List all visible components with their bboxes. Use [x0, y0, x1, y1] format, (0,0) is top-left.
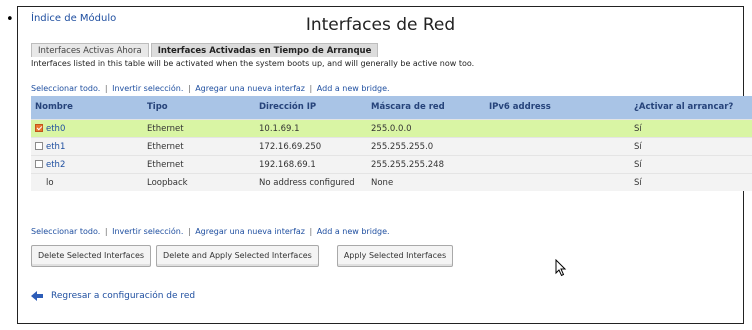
col-header-ipv6[interactable]: IPv6 address: [485, 96, 630, 120]
back-link[interactable]: Regresar a configuración de red: [31, 291, 195, 301]
interface-name-lo: lo: [46, 177, 54, 188]
cell-name: eth1: [31, 137, 143, 156]
cell-netmask: None: [367, 173, 485, 191]
delete-apply-selected-button[interactable]: Delete and Apply Selected Interfaces: [156, 245, 319, 267]
add-bridge-link[interactable]: Add a new bridge.: [317, 84, 390, 93]
col-header-name[interactable]: Nombre: [31, 96, 143, 120]
col-header-type[interactable]: Tipo: [143, 96, 255, 120]
table-row: eth2 Ethernet 192.168.69.1 255.255.255.2…: [31, 155, 752, 174]
back-link-label: Regresar a configuración de red: [51, 291, 196, 301]
mouse-pointer-icon: [555, 259, 567, 277]
link-separator: |: [104, 227, 108, 236]
link-separator: |: [309, 84, 313, 93]
row-checkbox[interactable]: [35, 160, 43, 168]
select-all-link[interactable]: Seleccionar todo.: [31, 227, 100, 236]
link-separator: |: [187, 84, 191, 93]
cell-ipv6: [485, 119, 630, 138]
tab-bar: Interfaces Activas Ahora Interfaces Acti…: [31, 43, 380, 57]
cell-name: lo: [31, 173, 143, 191]
col-header-activate-at-boot[interactable]: ¿Activar al arrancar?: [630, 96, 752, 120]
cell-ipv6: [485, 137, 630, 156]
cell-ipv6: [485, 155, 630, 174]
cell-active: Sí: [630, 173, 752, 191]
cell-ip: 192.168.69.1: [255, 155, 367, 174]
link-separator: |: [104, 84, 108, 93]
link-separator: |: [309, 227, 313, 236]
cell-netmask: 255.255.255.0: [367, 137, 485, 156]
invert-selection-link[interactable]: Invertir selección.: [112, 84, 183, 93]
cell-type: Ethernet: [143, 137, 255, 156]
back-arrow-icon: [31, 291, 43, 301]
cell-netmask: 255.0.0.0: [367, 119, 485, 138]
apply-selected-button[interactable]: Apply Selected Interfaces: [336, 245, 454, 267]
add-bridge-link[interactable]: Add a new bridge.: [317, 227, 390, 236]
table-row: lo Loopback No address configured None S…: [31, 173, 752, 191]
select-all-link[interactable]: Seleccionar todo.: [31, 84, 100, 93]
tab-boot-time[interactable]: Interfaces Activadas en Tiempo de Arranq…: [150, 43, 379, 57]
table-row: eth1 Ethernet 172.16.69.250 255.255.255.…: [31, 137, 752, 156]
delete-selected-button[interactable]: Delete Selected Interfaces: [31, 245, 152, 267]
col-header-netmask[interactable]: Máscara de red: [367, 96, 485, 120]
cell-type: Loopback: [143, 173, 255, 191]
col-header-ip[interactable]: Dirección IP: [255, 96, 367, 120]
table-row: eth0 Ethernet 10.1.69.1 255.0.0.0 Sí: [31, 119, 752, 138]
add-interface-link[interactable]: Agregar una nueva interfaz: [195, 84, 305, 93]
row-checkbox[interactable]: [35, 124, 43, 132]
interface-link-eth0[interactable]: eth0: [46, 124, 65, 134]
cell-ip: 10.1.69.1: [255, 119, 367, 138]
interface-link-eth2[interactable]: eth2: [46, 160, 65, 170]
cell-active: Sí: [630, 137, 752, 156]
action-buttons: Delete Selected Interfaces Delete and Ap…: [31, 245, 458, 267]
page-title: Interfaces de Red: [305, 15, 456, 35]
table-header-row: Nombre Tipo Dirección IP Máscara de red …: [31, 96, 752, 120]
cell-ip: No address configured: [255, 173, 367, 191]
cell-active: Sí: [630, 119, 752, 138]
interfaces-table: Nombre Tipo Dirección IP Máscara de red …: [31, 96, 752, 191]
row-checkbox[interactable]: [35, 142, 43, 150]
cell-ip: 172.16.69.250: [255, 137, 367, 156]
add-interface-link[interactable]: Agregar una nueva interfaz: [195, 227, 305, 236]
cell-ipv6: [485, 173, 630, 191]
link-separator: |: [187, 227, 191, 236]
cell-type: Ethernet: [143, 119, 255, 138]
interface-link-eth1[interactable]: eth1: [46, 142, 65, 152]
selection-links-top: Seleccionar todo. | Invertir selección. …: [31, 84, 390, 93]
cell-netmask: 255.255.255.248: [367, 155, 485, 174]
cell-name: eth2: [31, 155, 143, 174]
table-description: Interfaces listed in this table will be …: [31, 59, 475, 68]
invert-selection-link[interactable]: Invertir selección.: [112, 227, 183, 236]
cell-name: eth0: [31, 119, 143, 138]
tab-active-now[interactable]: Interfaces Activas Ahora: [31, 43, 149, 57]
cell-active: Sí: [630, 155, 752, 174]
cell-type: Ethernet: [143, 155, 255, 174]
list-bullet: •: [6, 12, 14, 27]
screenshot-frame: Índice de Módulo Interfaces de Red Inter…: [17, 6, 752, 324]
selection-links-bottom: Seleccionar todo. | Invertir selección. …: [31, 227, 390, 236]
